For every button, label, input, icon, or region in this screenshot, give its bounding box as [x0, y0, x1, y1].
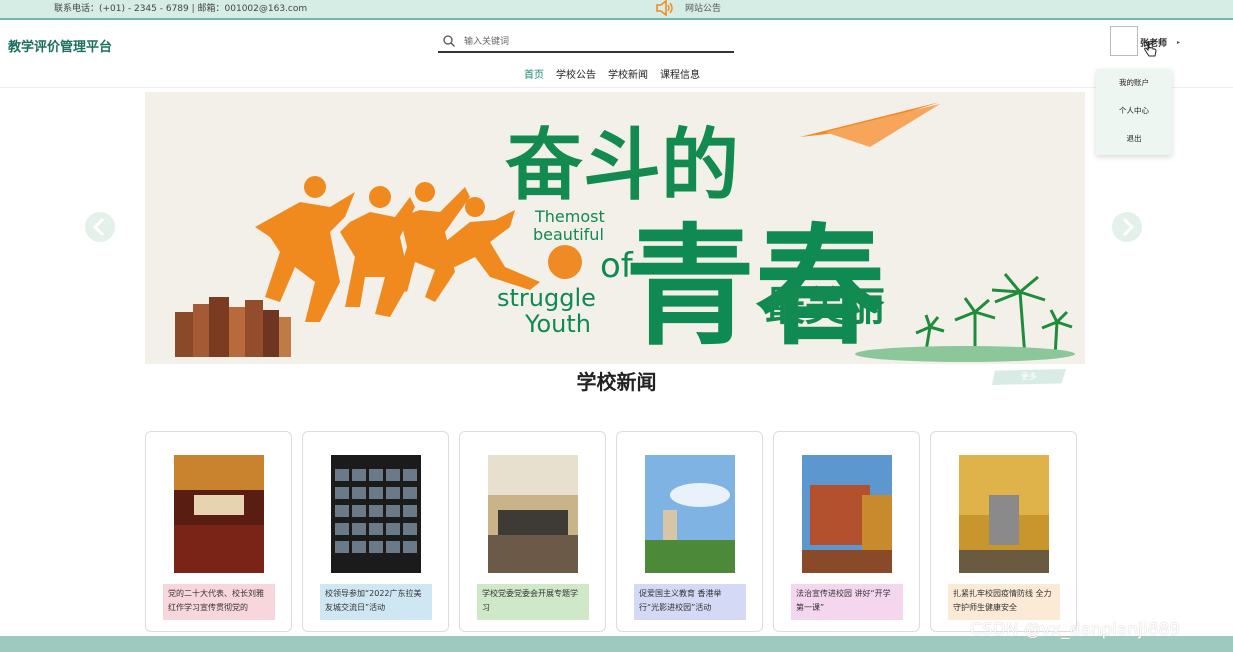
hand-cursor-icon [1144, 41, 1157, 57]
menu-logout[interactable]: 退出 [1096, 125, 1172, 153]
news-cards: 党的二十大代表、校长刘雅红作学习宣传贯彻党的 校领导参加“2022广东拉美友城交… [145, 431, 1077, 632]
more-news-button[interactable]: 更多 [992, 369, 1066, 385]
english-line-3: of [600, 246, 634, 286]
headline-tail: 最美丽 [765, 284, 885, 330]
news-thumbnail [645, 455, 735, 573]
search-icon[interactable] [442, 34, 456, 48]
news-caption: 扎紧扎牢校园疫情防线 全力守护师生健康安全 [948, 584, 1060, 620]
nav-news[interactable]: 学校新闻 [608, 66, 648, 81]
news-card[interactable]: 扎紧扎牢校园疫情防线 全力守护师生健康安全 [930, 431, 1077, 632]
contact-info: 联系电话：(+01) - 2345 - 6789 | 邮箱：001002@163… [54, 4, 308, 14]
speaker-icon [656, 0, 673, 16]
news-thumbnail [959, 455, 1049, 573]
news-card[interactable]: 校领导参加“2022广东拉美友城交流日”活动 [302, 431, 449, 632]
english-line-5: Youth [524, 310, 591, 338]
news-card[interactable]: 党的二十大代表、校长刘雅红作学习宣传贯彻党的 [145, 431, 292, 632]
nav-home[interactable]: 首页 [524, 66, 544, 81]
watermark: CSDN @vx_danpianji889 [970, 620, 1181, 640]
site-notice-link[interactable]: 网站公告 [685, 1, 721, 14]
nav-announcements[interactable]: 学校公告 [556, 66, 596, 81]
news-card[interactable]: 法治宣传进校园 讲好“开学第一课” [773, 431, 920, 632]
news-caption: 校领导参加“2022广东拉美友城交流日”活动 [320, 584, 432, 620]
english-line-4: struggle [497, 284, 596, 312]
news-thumbnail [174, 455, 264, 573]
news-caption: 法治宣传进校园 讲好“开学第一课” [791, 584, 903, 620]
banner-artwork: 奋斗的 青春 最美丽 Themost beautiful of struggle… [175, 102, 1075, 363]
news-caption: 促爱国主义教育 香港举行“光影进校园”活动 [634, 584, 746, 620]
carousel-next-icon[interactable] [1112, 212, 1142, 242]
news-thumbnail [488, 455, 578, 573]
hero-banner[interactable]: 奋斗的 青春 最美丽 Themost beautiful of struggle… [145, 92, 1085, 364]
news-caption: 学校党委党委会开展专题学习 [477, 584, 589, 620]
menu-my-account[interactable]: 我的账户 [1096, 69, 1172, 97]
menu-profile[interactable]: 个人中心 [1096, 97, 1172, 125]
news-thumbnail [802, 455, 892, 573]
nav-courses[interactable]: 课程信息 [660, 66, 700, 81]
top-info-bar: 联系电话：(+01) - 2345 - 6789 | 邮箱：001002@163… [0, 0, 1233, 20]
search-box [438, 31, 734, 53]
site-title[interactable]: 教学评价管理平台 [8, 36, 112, 55]
header: 教学评价管理平台 首页 学校公告 学校新闻 课程信息 张老师 ▸ [0, 22, 1233, 88]
news-thumbnail [331, 455, 421, 573]
headline-top: 奋斗的 [505, 121, 739, 211]
english-line-2: beautiful [533, 225, 604, 244]
user-dropdown: 我的账户 个人中心 退出 [1096, 69, 1172, 155]
main-nav: 首页 学校公告 学校新闻 课程信息 [524, 66, 700, 81]
carousel-prev-icon[interactable] [85, 212, 115, 242]
news-card[interactable]: 学校党委党委会开展专题学习 [459, 431, 606, 632]
play-circle-icon [548, 245, 582, 279]
news-caption: 党的二十大代表、校长刘雅红作学习宣传贯彻党的 [163, 584, 275, 620]
english-line-1: Themost [534, 207, 605, 226]
news-card[interactable]: 促爱国主义教育 香港举行“光影进校园”活动 [616, 431, 763, 632]
search-input[interactable] [464, 33, 724, 51]
caret-down-icon[interactable]: ▸ [1177, 39, 1180, 46]
avatar[interactable] [1110, 26, 1138, 56]
